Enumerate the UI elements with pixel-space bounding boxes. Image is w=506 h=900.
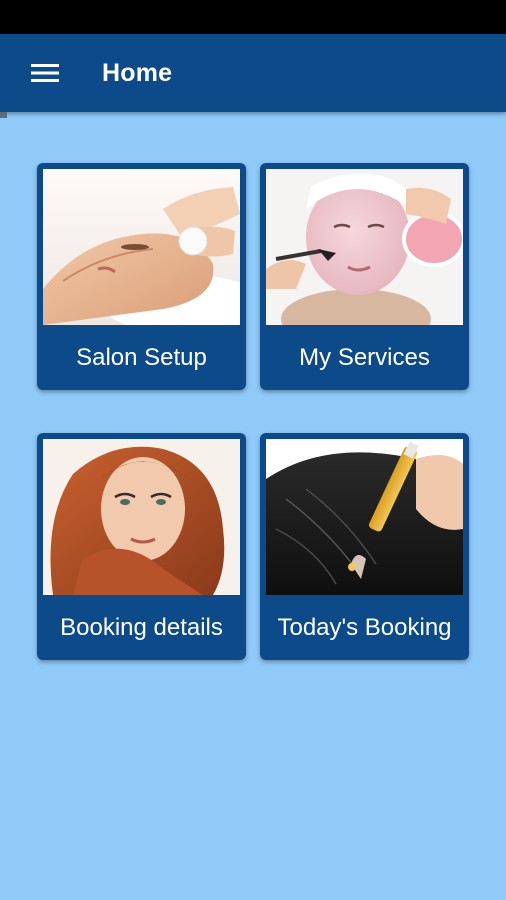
scroll-indicator	[0, 112, 7, 118]
my-services-image	[266, 169, 463, 325]
menu-button[interactable]	[26, 58, 64, 88]
salon-setup-label: Salon Setup	[76, 344, 207, 371]
salon-setup-image	[43, 169, 240, 325]
my-services-label: My Services	[299, 344, 430, 371]
app-bar: Home	[0, 34, 506, 112]
my-services-tile[interactable]: My Services	[260, 163, 469, 390]
todays-booking-label: Today's Booking	[277, 614, 452, 641]
booking-details-image	[43, 439, 240, 595]
status-bar	[0, 0, 506, 34]
page-title: Home	[102, 59, 173, 87]
facial-treatment-illustration	[43, 169, 240, 325]
todays-booking-tile[interactable]: Today's Booking	[260, 433, 469, 660]
scalp-treatment-illustration	[266, 439, 463, 595]
hamburger-menu-icon	[31, 64, 59, 82]
booking-details-label: Booking details	[60, 614, 223, 641]
booking-details-tile[interactable]: Booking details	[37, 433, 246, 660]
todays-booking-image	[266, 439, 463, 595]
red-hair-portrait-illustration	[43, 439, 240, 595]
face-mask-illustration	[266, 169, 463, 325]
salon-setup-tile[interactable]: Salon Setup	[37, 163, 246, 390]
